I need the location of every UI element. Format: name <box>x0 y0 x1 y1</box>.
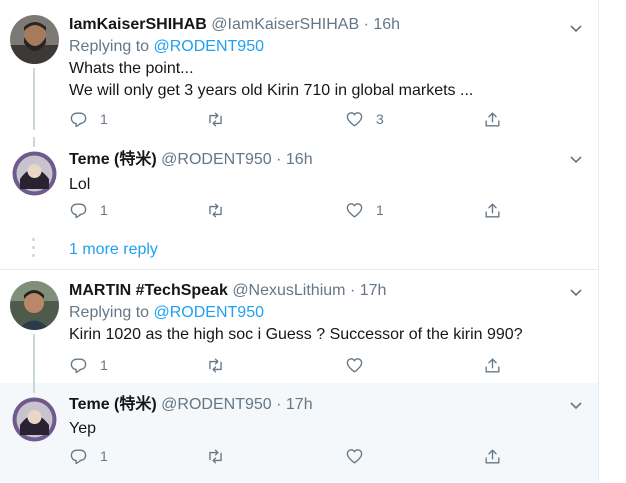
share-button[interactable] <box>483 445 502 467</box>
timestamp[interactable]: 16h <box>373 16 400 33</box>
share-icon <box>485 448 500 464</box>
reply-button[interactable]: 1 <box>69 199 108 221</box>
tweet-text-line: Lol <box>69 176 91 193</box>
reply-icon <box>70 357 87 373</box>
reply-button[interactable]: 1 <box>69 354 108 376</box>
replying-to-label: Replying to <box>69 304 150 321</box>
like-count: 1 <box>376 202 384 218</box>
tweet-text-line: Whats the point... <box>69 60 194 77</box>
tweet-header: Teme (特米) @RODENT950 · 16h <box>69 150 588 170</box>
tweet-content: IamKaiserSHIHAB @IamKaiserSHIHAB · 16h R… <box>69 15 588 101</box>
like-button[interactable]: 1 <box>345 199 384 221</box>
reply-icon <box>70 202 87 218</box>
tweet-text-line: Kirin 1020 as the high soc i Guess ? Suc… <box>69 326 523 343</box>
user-handle[interactable]: @IamKaiserSHIHAB <box>211 16 359 33</box>
show-more-replies-link[interactable]: 1 more reply <box>69 241 158 259</box>
reply-button[interactable]: 1 <box>69 108 108 130</box>
reply-count: 1 <box>100 448 108 464</box>
retweet-icon <box>209 448 222 464</box>
tweet-content: MARTIN #TechSpeak @NexusLithium · 17h Re… <box>69 281 588 345</box>
like-count: 3 <box>376 111 384 127</box>
replying-to-label: Replying to <box>69 38 150 55</box>
heart-icon <box>346 448 363 464</box>
user-handle[interactable]: @RODENT950 <box>161 396 272 413</box>
like-button[interactable] <box>345 354 376 376</box>
heart-icon <box>346 111 363 127</box>
retweet-button[interactable] <box>206 354 237 376</box>
timestamp[interactable]: 17h <box>286 396 313 413</box>
reply-icon <box>70 448 87 464</box>
mention-link[interactable]: @RODENT950 <box>154 304 265 321</box>
thread-line <box>33 68 35 130</box>
timestamp[interactable]: 17h <box>360 282 387 299</box>
separator-dot: · <box>276 396 282 413</box>
share-button[interactable] <box>483 108 502 130</box>
display-name[interactable]: Teme (特米) <box>69 396 157 413</box>
tweet-actions: 1 <box>69 445 509 467</box>
display-name[interactable]: MARTIN #TechSpeak <box>69 282 228 299</box>
replying-to: Replying to @RODENT950 <box>69 303 588 323</box>
display-name[interactable]: Teme (特米) <box>69 151 157 168</box>
tweet-actions: 1 <box>69 354 509 376</box>
user-handle[interactable]: @RODENT950 <box>161 151 272 168</box>
like-button[interactable]: 3 <box>345 108 384 130</box>
thread-line <box>33 383 35 393</box>
reply-count: 1 <box>100 357 108 373</box>
tweet-header: MARTIN #TechSpeak @NexusLithium · 17h <box>69 281 588 301</box>
display-name[interactable]: IamKaiserSHIHAB <box>69 16 207 33</box>
reply-count: 1 <box>100 202 108 218</box>
avatar[interactable] <box>10 395 59 444</box>
tweet-text-line: We will only get 3 years old Kirin 710 i… <box>69 82 474 99</box>
retweet-icon <box>209 202 222 218</box>
avatar[interactable] <box>10 281 59 330</box>
share-icon <box>485 202 500 218</box>
tweet-content: Teme (特米) @RODENT950 · 17h Yep <box>69 395 588 439</box>
chevron-down-icon[interactable] <box>568 20 584 36</box>
separator-dot: · <box>276 151 282 168</box>
retweet-button[interactable] <box>206 445 237 467</box>
share-icon <box>485 357 500 373</box>
thread-line <box>33 334 35 388</box>
mention-link[interactable]: @RODENT950 <box>154 38 265 55</box>
reply-count: 1 <box>100 111 108 127</box>
avatar[interactable] <box>10 15 59 64</box>
heart-icon <box>346 202 363 218</box>
reply-button[interactable]: 1 <box>69 445 108 467</box>
divider <box>0 269 598 270</box>
retweet-icon <box>209 111 222 127</box>
timestamp[interactable]: 16h <box>286 151 313 168</box>
separator-dot: · <box>349 282 356 299</box>
tweet-header: Teme (特米) @RODENT950 · 17h <box>69 395 588 415</box>
separator-dot: · <box>363 16 369 33</box>
tweet-text-line: Yep <box>69 420 96 437</box>
heart-icon <box>346 357 363 373</box>
share-button[interactable] <box>483 354 502 376</box>
user-handle[interactable]: @NexusLithium <box>232 282 345 299</box>
retweet-button[interactable] <box>206 199 237 221</box>
tweet-content: Teme (特米) @RODENT950 · 16h Lol <box>69 150 588 195</box>
like-button[interactable] <box>345 445 376 467</box>
tweet-actions: 1 1 <box>69 199 509 221</box>
tweet-header: IamKaiserSHIHAB @IamKaiserSHIHAB · 16h <box>69 15 588 35</box>
retweet-button[interactable] <box>206 108 237 130</box>
tweet-actions: 1 3 <box>69 108 509 130</box>
chevron-down-icon[interactable] <box>568 151 584 167</box>
share-icon <box>485 111 500 127</box>
avatar[interactable] <box>10 149 59 198</box>
chevron-down-icon[interactable] <box>568 284 584 300</box>
thread-line <box>33 137 35 147</box>
reply-icon <box>70 111 87 127</box>
chevron-down-icon[interactable] <box>568 397 584 413</box>
replying-to: Replying to @RODENT950 <box>69 37 588 57</box>
thread-dots <box>32 238 35 262</box>
retweet-icon <box>209 357 222 373</box>
share-button[interactable] <box>483 199 502 221</box>
reply-thread: IamKaiserSHIHAB @IamKaiserSHIHAB · 16h R… <box>0 0 599 483</box>
